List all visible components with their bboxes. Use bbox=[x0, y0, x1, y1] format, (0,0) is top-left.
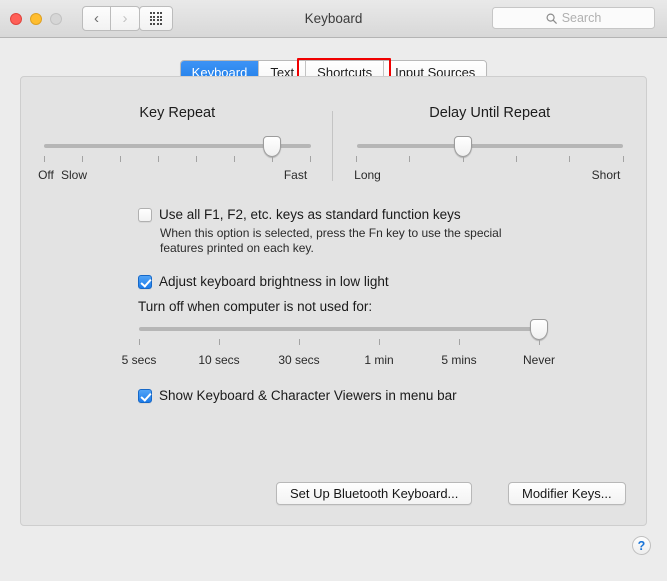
delay-until-repeat-slider-group: Delay Until Repeat Long Short bbox=[334, 105, 647, 184]
turn-off-slider-group: 5 secs 10 secs 30 secs 1 min 5 mins Neve… bbox=[122, 319, 555, 371]
show-viewers-checkbox[interactable] bbox=[138, 389, 152, 403]
show-viewers-label: Show Keyboard & Character Viewers in men… bbox=[159, 388, 457, 403]
turn-off-label-1: 10 secs bbox=[198, 353, 240, 367]
brightness-checkbox-row[interactable]: Adjust keyboard brightness in low light bbox=[138, 274, 389, 289]
delay-until-repeat-ticks bbox=[356, 156, 624, 166]
key-repeat-label-off: Off bbox=[38, 168, 54, 182]
key-repeat-thumb[interactable] bbox=[263, 136, 282, 157]
brightness-label: Adjust keyboard brightness in low light bbox=[159, 274, 389, 289]
delay-until-repeat-labels: Long Short bbox=[350, 168, 631, 184]
brightness-checkbox[interactable] bbox=[138, 275, 152, 289]
delay-until-repeat-track bbox=[356, 144, 623, 148]
key-repeat-label-fast: Fast bbox=[283, 168, 308, 182]
key-repeat-title: Key Repeat bbox=[139, 105, 216, 121]
delay-label-long: Long bbox=[354, 168, 381, 182]
key-repeat-labels: Off Slow Fast bbox=[37, 168, 318, 184]
function-keys-checkbox-row[interactable]: Use all F1, F2, etc. keys as standard fu… bbox=[138, 207, 461, 222]
turn-off-labels: 5 secs 10 secs 30 secs 1 min 5 mins Neve… bbox=[122, 353, 555, 371]
turn-off-slider[interactable] bbox=[139, 319, 548, 340]
setup-bluetooth-keyboard-button[interactable]: Set Up Bluetooth Keyboard... bbox=[276, 482, 473, 505]
key-repeat-slider-group: Key Repeat Off Slow Fast bbox=[21, 105, 334, 184]
help-button[interactable]: ? bbox=[632, 536, 651, 555]
key-repeat-slider[interactable] bbox=[44, 136, 311, 157]
delay-until-repeat-title: Delay Until Repeat bbox=[429, 105, 551, 121]
turn-off-label-2: 30 secs bbox=[278, 353, 320, 367]
turn-off-label-5: Never bbox=[522, 353, 556, 367]
function-keys-label: Use all F1, F2, etc. keys as standard fu… bbox=[159, 207, 461, 222]
search-field[interactable]: Search bbox=[492, 7, 655, 29]
search-icon bbox=[546, 12, 557, 24]
delay-until-repeat-slider[interactable] bbox=[356, 136, 623, 157]
turn-off-label-3: 1 min bbox=[364, 353, 394, 367]
turn-off-thumb[interactable] bbox=[530, 319, 548, 340]
keyboard-settings-panel: Key Repeat Off Slow Fast Delay Until Rep… bbox=[20, 76, 647, 526]
search-placeholder: Search bbox=[561, 11, 602, 25]
repeat-sliders-section: Key Repeat Off Slow Fast Delay Until Rep… bbox=[21, 105, 646, 184]
turn-off-ticks bbox=[138, 339, 540, 349]
delay-until-repeat-thumb[interactable] bbox=[454, 136, 473, 157]
function-keys-checkbox[interactable] bbox=[138, 208, 152, 222]
turn-off-label-0: 5 secs bbox=[121, 353, 157, 367]
delay-label-short: Short bbox=[591, 168, 621, 182]
key-repeat-label-slow: Slow bbox=[60, 168, 88, 182]
key-repeat-ticks bbox=[43, 156, 311, 166]
turn-off-label-4: 5 mins bbox=[441, 353, 477, 367]
modifier-keys-button[interactable]: Modifier Keys... bbox=[508, 482, 626, 505]
turn-off-label: Turn off when computer is not used for: bbox=[138, 299, 373, 314]
window-titlebar: ‹ › Keyboard Search bbox=[0, 0, 667, 38]
slider-divider bbox=[332, 111, 333, 181]
show-viewers-checkbox-row[interactable]: Show Keyboard & Character Viewers in men… bbox=[138, 388, 457, 403]
function-keys-help-text: When this option is selected, press the … bbox=[160, 226, 502, 255]
turn-off-track bbox=[139, 327, 539, 331]
